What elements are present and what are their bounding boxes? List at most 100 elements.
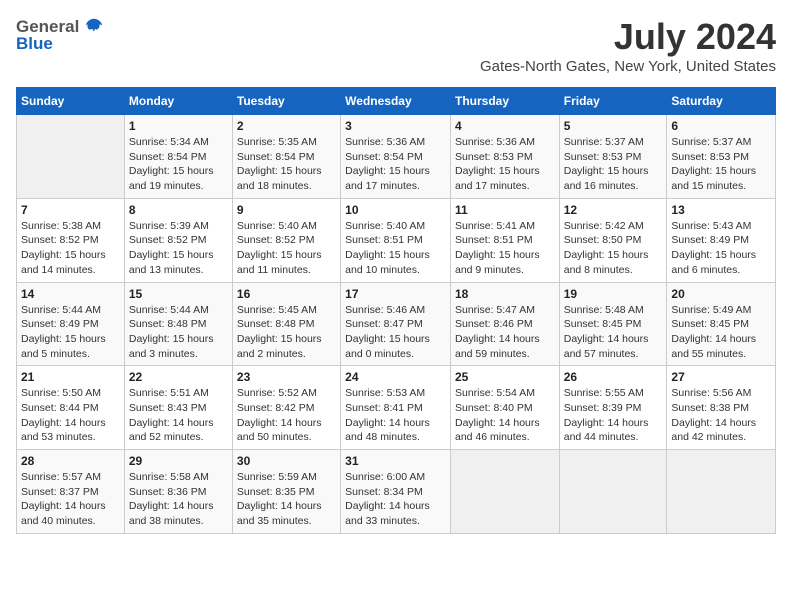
- calendar-cell: 4 Sunrise: 5:36 AMSunset: 8:53 PMDaylight…: [450, 115, 559, 199]
- day-number: 15: [129, 287, 228, 301]
- day-number: 1: [129, 119, 228, 133]
- day-info: Sunrise: 5:42 AMSunset: 8:50 PMDaylight:…: [564, 219, 663, 278]
- day-info: Sunrise: 5:58 AMSunset: 8:36 PMDaylight:…: [129, 470, 228, 529]
- day-info: Sunrise: 5:55 AMSunset: 8:39 PMDaylight:…: [564, 386, 663, 445]
- day-info: Sunrise: 5:52 AMSunset: 8:42 PMDaylight:…: [237, 386, 336, 445]
- calendar-cell: 31 Sunrise: 6:00 AMSunset: 8:34 PMDayligh…: [341, 450, 451, 534]
- calendar-cell: 28Sunrise: 5:57 AMSunset: 8:37 PMDayligh…: [17, 450, 125, 534]
- calendar-week-row: 28Sunrise: 5:57 AMSunset: 8:37 PMDayligh…: [17, 450, 776, 534]
- header-monday: Monday: [124, 88, 232, 115]
- calendar-cell: 16Sunrise: 5:45 AMSunset: 8:48 PMDayligh…: [232, 282, 340, 366]
- day-info: Sunrise: 5:37 AMSunset: 8:53 PMDaylight:…: [671, 135, 771, 194]
- calendar-cell: 17 Sunrise: 5:46 AMSunset: 8:47 PMDayligh…: [341, 282, 451, 366]
- day-number: 7: [21, 203, 120, 217]
- calendar-cell: [17, 115, 125, 199]
- calendar-table: SundayMondayTuesdayWednesdayThursdayFrid…: [16, 87, 776, 534]
- day-number: 21: [21, 370, 120, 384]
- location-subtitle: Gates-North Gates, New York, United Stat…: [480, 58, 776, 75]
- day-number: 11: [455, 203, 555, 217]
- day-info: Sunrise: 5:48 AMSunset: 8:45 PMDaylight:…: [564, 303, 663, 362]
- calendar-cell: 11 Sunrise: 5:41 AMSunset: 8:51 PMDayligh…: [450, 198, 559, 282]
- day-info: Sunrise: 5:56 AMSunset: 8:38 PMDaylight:…: [671, 386, 771, 445]
- day-info: Sunrise: 5:36 AMSunset: 8:54 PMDaylight:…: [345, 135, 446, 194]
- day-number: 2: [237, 119, 336, 133]
- calendar-cell: 3 Sunrise: 5:36 AMSunset: 8:54 PMDaylight…: [341, 115, 451, 199]
- calendar-header-row: SundayMondayTuesdayWednesdayThursdayFrid…: [17, 88, 776, 115]
- calendar-cell: [667, 450, 776, 534]
- day-number: 28: [21, 454, 120, 468]
- calendar-cell: 19 Sunrise: 5:48 AMSunset: 8:45 PMDayligh…: [559, 282, 667, 366]
- calendar-cell: 9 Sunrise: 5:40 AMSunset: 8:52 PMDaylight…: [232, 198, 340, 282]
- calendar-cell: 8 Sunrise: 5:39 AMSunset: 8:52 PMDaylight…: [124, 198, 232, 282]
- day-number: 29: [129, 454, 228, 468]
- day-number: 3: [345, 119, 446, 133]
- calendar-cell: 1 Sunrise: 5:34 AMSunset: 8:54 PMDaylight…: [124, 115, 232, 199]
- calendar-cell: [450, 450, 559, 534]
- day-number: 6: [671, 119, 771, 133]
- day-info: Sunrise: 5:47 AMSunset: 8:46 PMDaylight:…: [455, 303, 555, 362]
- day-number: 4: [455, 119, 555, 133]
- calendar-cell: 2 Sunrise: 5:35 AMSunset: 8:54 PMDaylight…: [232, 115, 340, 199]
- calendar-cell: 6 Sunrise: 5:37 AMSunset: 8:53 PMDaylight…: [667, 115, 776, 199]
- calendar-cell: 20Sunrise: 5:49 AMSunset: 8:45 PMDayligh…: [667, 282, 776, 366]
- day-info: Sunrise: 5:38 AMSunset: 8:52 PMDaylight:…: [21, 219, 120, 278]
- day-number: 17: [345, 287, 446, 301]
- title-area: July 2024 Gates-North Gates, New York, U…: [480, 16, 776, 75]
- calendar-cell: 14 Sunrise: 5:44 AMSunset: 8:49 PMDayligh…: [17, 282, 125, 366]
- calendar-cell: [559, 450, 667, 534]
- day-info: Sunrise: 5:46 AMSunset: 8:47 PMDaylight:…: [345, 303, 446, 362]
- day-info: Sunrise: 5:34 AMSunset: 8:54 PMDaylight:…: [129, 135, 228, 194]
- calendar-cell: 30Sunrise: 5:59 AMSunset: 8:35 PMDayligh…: [232, 450, 340, 534]
- day-number: 10: [345, 203, 446, 217]
- day-number: 27: [671, 370, 771, 384]
- day-info: Sunrise: 5:35 AMSunset: 8:54 PMDaylight:…: [237, 135, 336, 194]
- calendar-cell: 22 Sunrise: 5:51 AMSunset: 8:43 PMDayligh…: [124, 366, 232, 450]
- calendar-cell: 5 Sunrise: 5:37 AMSunset: 8:53 PMDaylight…: [559, 115, 667, 199]
- day-info: Sunrise: 5:36 AMSunset: 8:53 PMDaylight:…: [455, 135, 555, 194]
- day-info: Sunrise: 6:00 AMSunset: 8:34 PMDaylight:…: [345, 470, 446, 529]
- day-number: 18: [455, 287, 555, 301]
- day-number: 5: [564, 119, 663, 133]
- day-info: Sunrise: 5:51 AMSunset: 8:43 PMDaylight:…: [129, 386, 228, 445]
- day-number: 23: [237, 370, 336, 384]
- calendar-cell: 7 Sunrise: 5:38 AMSunset: 8:52 PMDaylight…: [17, 198, 125, 282]
- day-info: Sunrise: 5:40 AMSunset: 8:52 PMDaylight:…: [237, 219, 336, 278]
- day-info: Sunrise: 5:40 AMSunset: 8:51 PMDaylight:…: [345, 219, 446, 278]
- logo-blue-text: Blue: [16, 34, 53, 54]
- calendar-cell: 10 Sunrise: 5:40 AMSunset: 8:51 PMDayligh…: [341, 198, 451, 282]
- day-number: 8: [129, 203, 228, 217]
- header-thursday: Thursday: [450, 88, 559, 115]
- day-number: 22: [129, 370, 228, 384]
- header-wednesday: Wednesday: [341, 88, 451, 115]
- day-info: Sunrise: 5:41 AMSunset: 8:51 PMDaylight:…: [455, 219, 555, 278]
- header-sunday: Sunday: [17, 88, 125, 115]
- page-header: General Blue July 2024 Gates-North Gates…: [16, 16, 776, 75]
- day-info: Sunrise: 5:43 AMSunset: 8:49 PMDaylight:…: [671, 219, 771, 278]
- day-info: Sunrise: 5:53 AMSunset: 8:41 PMDaylight:…: [345, 386, 446, 445]
- day-number: 13: [671, 203, 771, 217]
- day-number: 24: [345, 370, 446, 384]
- calendar-cell: 29 Sunrise: 5:58 AMSunset: 8:36 PMDayligh…: [124, 450, 232, 534]
- calendar-week-row: 1 Sunrise: 5:34 AMSunset: 8:54 PMDaylight…: [17, 115, 776, 199]
- calendar-week-row: 7 Sunrise: 5:38 AMSunset: 8:52 PMDaylight…: [17, 198, 776, 282]
- day-info: Sunrise: 5:39 AMSunset: 8:52 PMDaylight:…: [129, 219, 228, 278]
- calendar-cell: 21 Sunrise: 5:50 AMSunset: 8:44 PMDayligh…: [17, 366, 125, 450]
- day-number: 25: [455, 370, 555, 384]
- header-friday: Friday: [559, 88, 667, 115]
- logo: General Blue: [16, 16, 105, 54]
- day-info: Sunrise: 5:44 AMSunset: 8:49 PMDaylight:…: [21, 303, 120, 362]
- day-info: Sunrise: 5:37 AMSunset: 8:53 PMDaylight:…: [564, 135, 663, 194]
- calendar-cell: 24 Sunrise: 5:53 AMSunset: 8:41 PMDayligh…: [341, 366, 451, 450]
- day-number: 14: [21, 287, 120, 301]
- day-info: Sunrise: 5:49 AMSunset: 8:45 PMDaylight:…: [671, 303, 771, 362]
- day-number: 19: [564, 287, 663, 301]
- calendar-cell: 26Sunrise: 5:55 AMSunset: 8:39 PMDayligh…: [559, 366, 667, 450]
- calendar-cell: 25Sunrise: 5:54 AMSunset: 8:40 PMDayligh…: [450, 366, 559, 450]
- month-title: July 2024: [480, 16, 776, 58]
- day-number: 9: [237, 203, 336, 217]
- day-number: 12: [564, 203, 663, 217]
- calendar-cell: 27 Sunrise: 5:56 AMSunset: 8:38 PMDayligh…: [667, 366, 776, 450]
- day-info: Sunrise: 5:50 AMSunset: 8:44 PMDaylight:…: [21, 386, 120, 445]
- day-number: 31: [345, 454, 446, 468]
- day-info: Sunrise: 5:45 AMSunset: 8:48 PMDaylight:…: [237, 303, 336, 362]
